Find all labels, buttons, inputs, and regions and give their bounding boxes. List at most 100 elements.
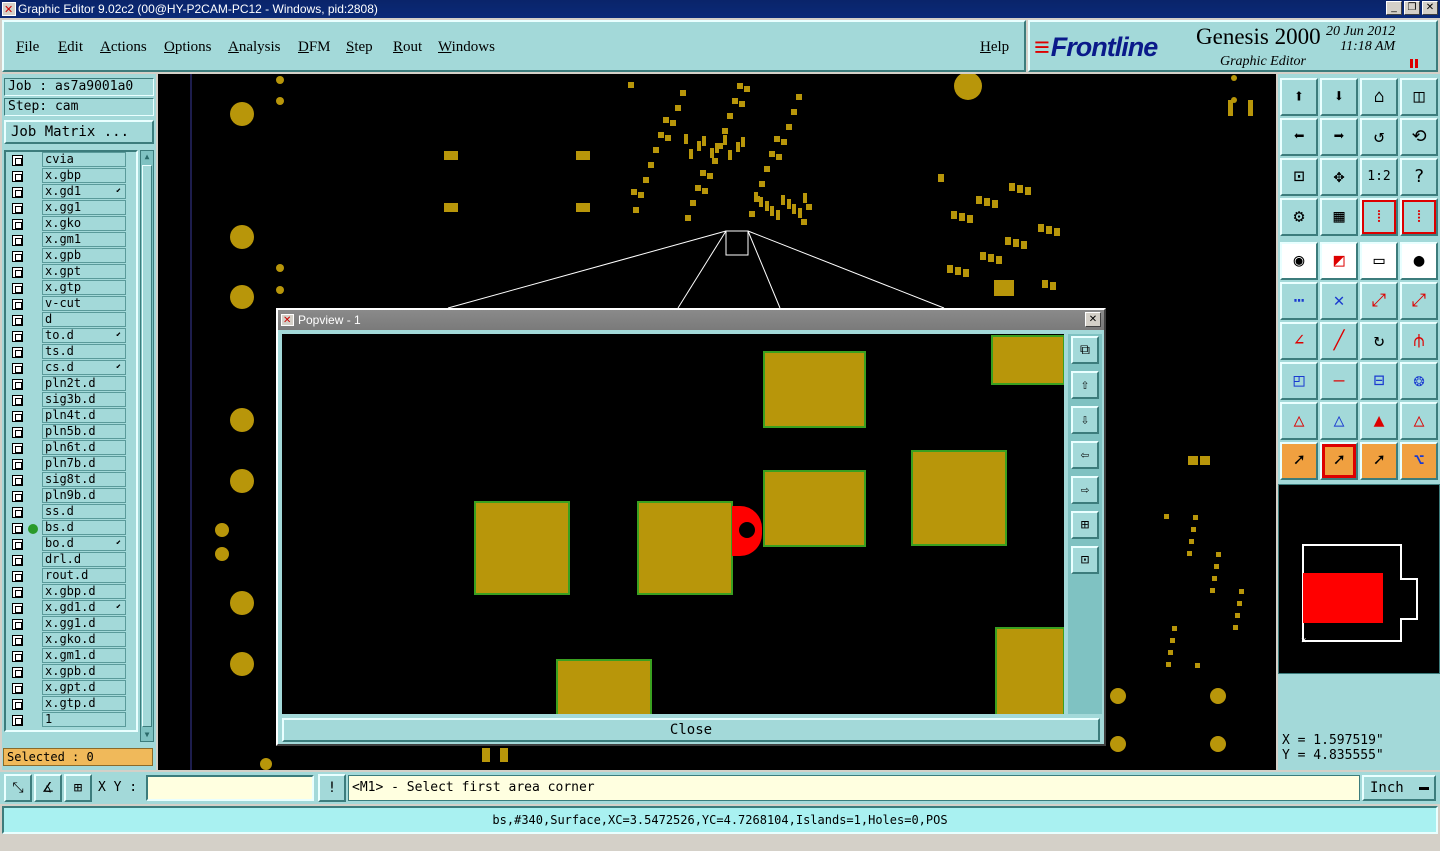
layer-checkbox[interactable] [12,715,23,726]
layer-checkbox[interactable] [12,155,23,166]
triangle-fill-icon[interactable]: ▲ [1360,402,1398,440]
pause-icon[interactable] [1410,59,1418,68]
layer-row[interactable]: d [6,312,136,328]
layer-checkbox[interactable] [12,315,23,326]
popview-close-button[interactable]: Close [282,718,1100,742]
pad[interactable] [991,335,1064,385]
select-net-arrow-icon[interactable]: ➚ [1360,442,1398,480]
layer-row[interactable]: x.gbp [6,168,136,184]
layer-name[interactable]: x.gd1 [42,184,126,199]
layer-row[interactable]: x.gko [6,216,136,232]
layer-name[interactable]: v-cut [42,296,126,311]
layer-checkbox[interactable] [12,251,23,262]
triangle-icon[interactable]: △ [1280,402,1318,440]
layer-row[interactable]: x.gd1.d ⬋ [6,600,136,616]
layer-name[interactable]: x.gtp [42,280,126,295]
menu-analysis[interactable]: Analysis [228,39,281,56]
layer-checkbox[interactable] [12,299,23,310]
layer-checkbox[interactable] [12,603,23,614]
layer-checkbox[interactable] [12,283,23,294]
layer-row[interactable]: x.gbp.d [6,584,136,600]
pad[interactable] [474,501,570,595]
pad[interactable] [911,450,1007,546]
menu-actions[interactable]: Actions [100,39,147,56]
menu-edit[interactable]: Edit [58,39,83,56]
layer-checkbox[interactable] [12,171,23,182]
layer-list-scrollbar[interactable]: ▲ ▼ [140,150,154,742]
units-select[interactable]: Inch [1362,775,1436,801]
layer-checkbox[interactable] [12,539,23,550]
layer-checkbox[interactable] [12,331,23,342]
minimize-button[interactable]: _ [1386,1,1402,15]
snap-icon[interactable]: ⤡ [4,774,32,802]
layer-row[interactable]: x.gg1.d [6,616,136,632]
pad[interactable] [763,351,866,428]
layer-name[interactable]: d [42,312,126,327]
layer-row[interactable]: x.gpb [6,248,136,264]
layer-name[interactable]: x.gtp.d [42,696,126,711]
layer-name[interactable]: x.gko [42,216,126,231]
layer-row[interactable]: ss.d [6,504,136,520]
arc-icon[interactable]: ↻ [1360,322,1398,360]
alert-icon[interactable]: ! [318,774,346,802]
popview-titlebar[interactable]: Popview - 1 ✕ [278,310,1104,331]
pan-right-icon[interactable]: ⇨ [1071,476,1099,504]
triangle-outline-icon[interactable]: △ [1320,402,1358,440]
layer-name[interactable]: x.gpb [42,248,126,263]
pad[interactable] [637,501,733,595]
grid-icon[interactable]: ▦ [1320,198,1358,236]
layer-checkbox[interactable] [12,683,23,694]
layer-row[interactable]: bs.d [6,520,136,536]
layer-row[interactable]: x.gpt.d [6,680,136,696]
select-box-arrow-icon[interactable]: ➚ [1320,442,1358,480]
layer-name[interactable]: bs.d [42,520,126,535]
restore-button[interactable]: ❐ [1404,1,1420,15]
job-matrix-button[interactable]: Job Matrix ... [4,120,154,144]
menu-help[interactable]: Help [980,39,1009,56]
layer-row[interactable]: x.gtp [6,280,136,296]
layer-row[interactable]: sig8t.d [6,472,136,488]
triangle-cross-icon[interactable]: △ [1400,402,1438,440]
pad-select-icon[interactable]: ● [1400,242,1438,280]
layer-name[interactable]: 1 [42,712,126,727]
layer-checkbox[interactable] [12,347,23,358]
pad[interactable] [995,627,1064,714]
home-icon[interactable]: ⌂ [1360,78,1398,116]
layer-checkbox[interactable] [12,635,23,646]
layer-checkbox[interactable] [12,267,23,278]
xy-input[interactable] [146,775,314,801]
select-area-icon[interactable]: ◩ [1320,242,1358,280]
layer-name[interactable]: pln2t.d [42,376,126,391]
layer-row[interactable]: bo.d ⬋ [6,536,136,552]
menu-file[interactable]: File [16,39,39,56]
layer-checkbox[interactable] [12,235,23,246]
horizontal-line-icon[interactable]: — [1320,362,1358,400]
settings-icon[interactable]: ⚙ [1280,198,1318,236]
popview-canvas[interactable] [282,334,1064,714]
pan-down-tool-icon[interactable]: ⬇ [1320,78,1358,116]
layer-name[interactable]: pln4t.d [42,408,126,423]
layer-row[interactable]: pln9b.d [6,488,136,504]
layer-row[interactable]: x.gg1 [6,200,136,216]
layer-name[interactable]: sig3b.d [42,392,126,407]
layer-name[interactable]: x.gm1 [42,232,126,247]
layer-row[interactable]: x.gd1 ⬋ [6,184,136,200]
layer-row[interactable]: pln2t.d [6,376,136,392]
pan-left-icon[interactable]: ⇦ [1071,441,1099,469]
line-point-icon[interactable]: ⤢ [1360,282,1398,320]
select-arrow-icon[interactable]: ➚ [1280,442,1318,480]
layer-name[interactable]: x.gko.d [42,632,126,647]
menu-options[interactable]: Options [164,39,212,56]
layer-checkbox[interactable] [12,395,23,406]
layer-checkbox[interactable] [12,667,23,678]
layer-row[interactable]: pln7b.d [6,456,136,472]
layer-name[interactable]: drl.d [42,552,126,567]
layer-row[interactable]: pln4t.d [6,408,136,424]
layer-row[interactable]: x.gm1.d [6,648,136,664]
layer-checkbox[interactable] [12,443,23,454]
layer-name[interactable]: x.gg1.d [42,616,126,631]
pan-up-tool-icon[interactable]: ⬆ [1280,78,1318,116]
layer-row[interactable]: x.gtp.d [6,696,136,712]
menu-rout[interactable]: Rout [393,39,422,56]
close-window-button[interactable]: ✕ [1422,1,1438,15]
